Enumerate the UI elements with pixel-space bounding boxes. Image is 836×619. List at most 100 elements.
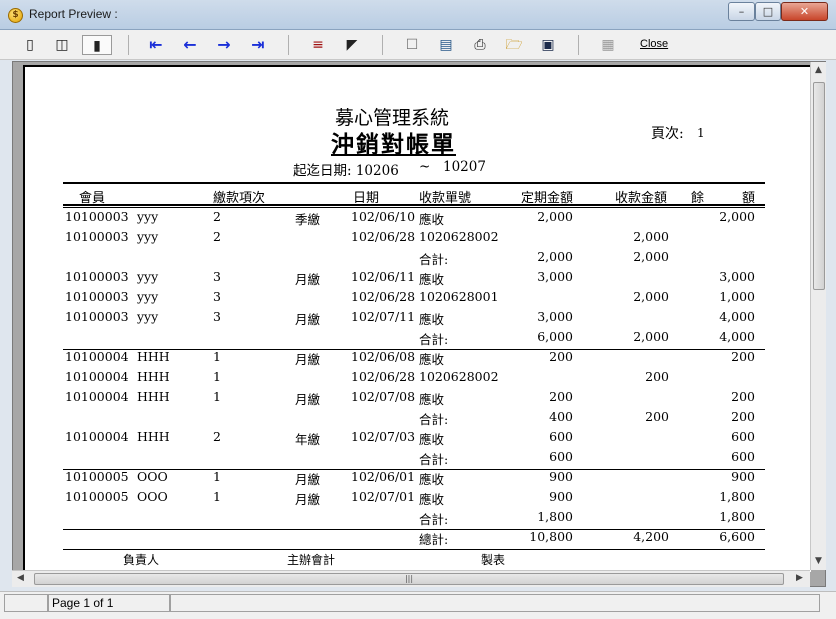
toolbar-separator	[578, 35, 579, 55]
cell-member-id: 10100003	[65, 209, 129, 224]
cell-date: 102/06/10	[351, 209, 416, 224]
cell-member-id: 10100004	[65, 429, 129, 444]
cell-received-amount: 2,000	[633, 249, 669, 264]
save-disk-icon[interactable]: ▣	[538, 35, 558, 55]
next-page-icon[interactable]: →	[214, 35, 234, 55]
cell-scheduled-amount: 3,000	[537, 269, 573, 284]
app-icon[interactable]: $	[8, 8, 23, 23]
cell-scheduled-amount: 6,000	[537, 329, 573, 344]
cell-installment-no: 2	[213, 429, 221, 444]
cell-receipt-no: 合計:	[419, 252, 449, 267]
cell-received-amount: 2,000	[633, 229, 669, 244]
cell-date: 102/07/08	[351, 389, 416, 404]
cell-date: 102/06/28	[351, 369, 416, 384]
cell-pay-type: 年繳	[295, 432, 321, 447]
horizontal-scrollbar[interactable]: ◀ ||| ▶	[12, 570, 810, 587]
title-bar: $ Report Preview : – □ ✕	[0, 0, 836, 30]
close-button[interactable]: Close	[640, 38, 668, 50]
single-page-icon[interactable]: ▯	[20, 35, 40, 55]
cell-receipt-no: 應收	[419, 492, 445, 507]
cell-scheduled-amount: 900	[549, 489, 573, 504]
two-page-icon[interactable]: ◫	[52, 35, 72, 55]
cell-balance: 6,600	[719, 529, 755, 544]
cell-member-id: 10100003	[65, 289, 129, 304]
cell-scheduled-amount: 600	[549, 449, 573, 464]
cell-receipt-no: 合計:	[419, 512, 449, 527]
cell-installment-no: 2	[213, 229, 221, 244]
cell-scheduled-amount: 10,800	[529, 529, 573, 544]
close-window-button[interactable]: ✕	[781, 2, 828, 21]
report-title: 沖銷對帳單	[331, 131, 456, 158]
scroll-down-icon[interactable]: ▼	[815, 556, 822, 566]
goto-page-icon[interactable]: ≡	[308, 35, 328, 55]
date-range-separator: ~	[419, 159, 431, 175]
page-info: Page 1 of 1	[48, 594, 170, 612]
page-width-icon[interactable]: ▮	[82, 35, 112, 55]
cell-receipt-no: 應收	[419, 472, 445, 487]
scroll-up-icon[interactable]: ▲	[815, 65, 822, 75]
cell-installment-no: 2	[213, 209, 221, 224]
cell-scheduled-amount: 900	[549, 469, 573, 484]
cell-received-amount: 2,000	[633, 289, 669, 304]
cell-balance: 1,000	[719, 289, 755, 304]
status-cell-empty	[4, 594, 48, 612]
cell-balance: 2,000	[719, 209, 755, 224]
report-viewer[interactable]: 募心管理系統 沖銷對帳單 頁次: 1 起迄日期: 10206 ~ 10207 會…	[12, 61, 826, 587]
maximize-button[interactable]: □	[755, 2, 781, 21]
last-page-icon[interactable]: ⇥	[248, 35, 268, 55]
cell-pay-type: 月繳	[295, 312, 321, 327]
scroll-right-icon[interactable]: ▶	[796, 573, 803, 583]
cell-installment-no: 3	[213, 309, 221, 324]
group-divider	[63, 529, 765, 530]
cell-member-id: 10100004	[65, 349, 129, 364]
horizontal-scroll-thumb[interactable]: |||	[34, 573, 784, 585]
cell-member-name: OOO	[137, 489, 168, 504]
cell-received-amount: 2,000	[633, 329, 669, 344]
cell-member-id: 10100005	[65, 469, 129, 484]
cell-receipt-no: 1020628002	[419, 229, 499, 244]
cell-member-id: 10100004	[65, 369, 129, 384]
cell-receipt-no: 合計:	[419, 412, 449, 427]
status-cell-empty	[170, 594, 820, 612]
cell-member-name: OOO	[137, 469, 168, 484]
cell-receipt-no: 總計:	[419, 532, 449, 547]
cell-member-name: yyy	[137, 289, 159, 304]
vertical-scrollbar[interactable]: ▲ ▼	[810, 62, 826, 570]
scroll-left-icon[interactable]: ◀	[17, 573, 24, 583]
cell-member-name: HHH	[137, 429, 170, 444]
cell-receipt-no: 應收	[419, 312, 445, 327]
cell-balance: 600	[731, 429, 755, 444]
print-setup-icon[interactable]: ▤	[436, 35, 456, 55]
cell-scheduled-amount: 2,000	[537, 249, 573, 264]
cell-member-name: yyy	[137, 229, 159, 244]
export-icon[interactable]: ▦	[598, 35, 618, 55]
cell-receipt-no: 應收	[419, 272, 445, 287]
cell-balance: 3,000	[719, 269, 755, 284]
cell-receipt-no: 1020628002	[419, 369, 499, 384]
cell-receipt-no: 合計:	[419, 332, 449, 347]
first-page-icon[interactable]: ⇤	[146, 35, 166, 55]
cell-date: 102/06/08	[351, 349, 416, 364]
cell-installment-no: 1	[213, 369, 221, 384]
page-label: 頁次:	[651, 126, 684, 142]
cell-member-name: HHH	[137, 349, 170, 364]
footer-accountant: 主辦會計	[287, 553, 336, 567]
open-folder-icon[interactable]: 🗁	[504, 35, 524, 55]
cell-member-id: 10100004	[65, 389, 129, 404]
cell-installment-no: 1	[213, 349, 221, 364]
find-binoculars-icon[interactable]: ◤	[342, 35, 362, 55]
cell-member-id: 10100003	[65, 309, 129, 324]
footer-prepared-by: 製表	[481, 553, 506, 567]
vertical-scroll-thumb[interactable]	[813, 82, 825, 290]
minimize-button[interactable]: –	[728, 2, 755, 21]
cell-date: 102/06/01	[351, 469, 416, 484]
cell-date: 102/07/11	[351, 309, 416, 324]
print-icon[interactable]: ⎙	[470, 35, 490, 55]
cell-pay-type: 季繳	[295, 212, 321, 227]
cell-member-id: 10100003	[65, 229, 129, 244]
cell-receipt-no: 應收	[419, 432, 445, 447]
group-divider	[63, 469, 765, 470]
previous-page-icon[interactable]: ←	[180, 35, 200, 55]
cell-received-amount: 4,200	[633, 529, 669, 544]
copy-icon[interactable]: ☐	[402, 35, 422, 55]
